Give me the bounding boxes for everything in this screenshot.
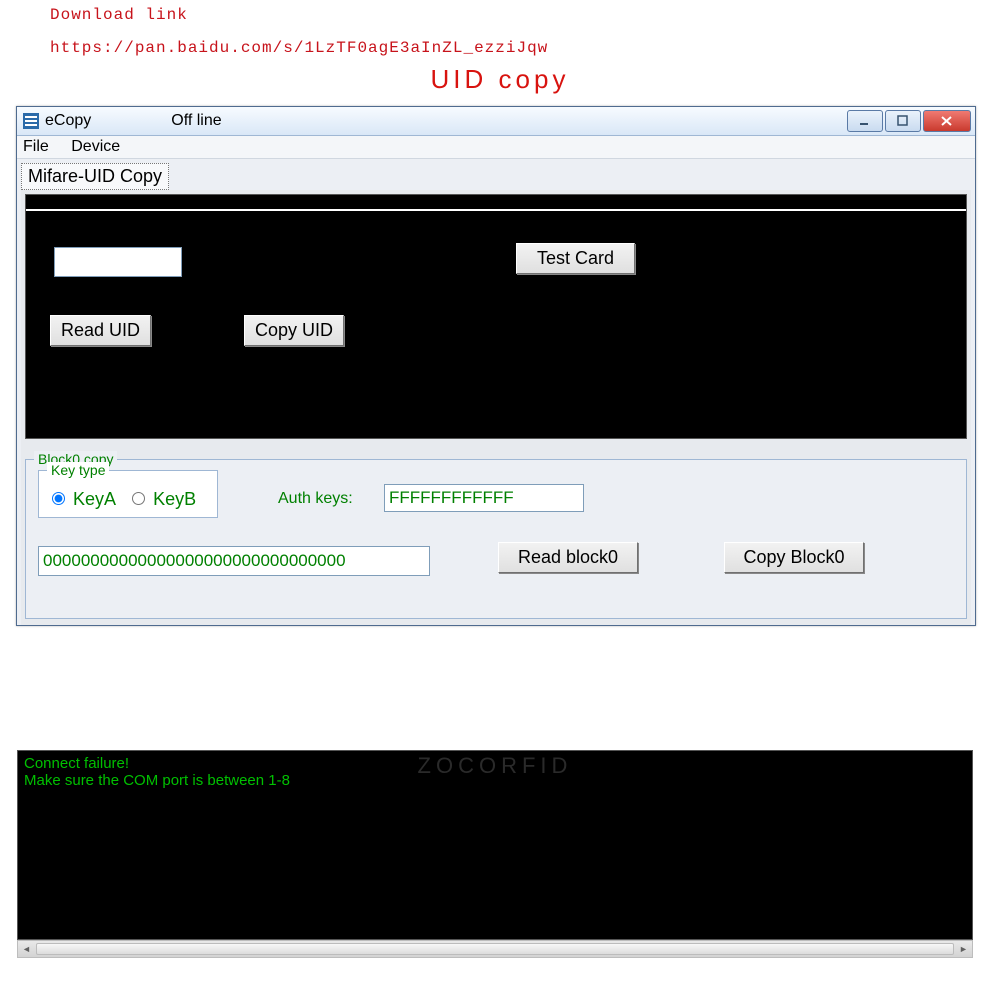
- radio-keyb[interactable]: KeyB: [127, 489, 196, 509]
- download-url[interactable]: https://pan.baidu.com/s/1LzTF0agE3aInZL_…: [50, 39, 1000, 58]
- console-line-2: Make sure the COM port is between 1-8: [24, 772, 966, 789]
- menu-device[interactable]: Device: [71, 138, 120, 156]
- minimize-button[interactable]: [847, 110, 883, 132]
- tab-mifare-uid-copy[interactable]: Mifare-UID Copy: [21, 163, 169, 190]
- maximize-button[interactable]: [885, 110, 921, 132]
- title-bar[interactable]: eCopy Off line: [17, 107, 975, 136]
- menu-file[interactable]: File: [23, 138, 49, 156]
- horizontal-scrollbar[interactable]: ◄ ►: [17, 940, 973, 958]
- read-block0-button[interactable]: Read block0: [498, 542, 638, 573]
- uid-input[interactable]: [54, 247, 182, 277]
- menu-bar: File Device: [17, 136, 975, 159]
- window-status: Off line: [171, 112, 221, 130]
- copy-block0-button[interactable]: Copy Block0: [724, 542, 864, 573]
- auth-keys-label: Auth keys:: [278, 490, 353, 508]
- console-line-1: Connect failure!: [24, 755, 966, 772]
- scrollbar-thumb[interactable]: [36, 943, 954, 955]
- key-type-legend: Key type: [47, 462, 109, 478]
- block0-group: Block0 copy Key type KeyA KeyB Auth keys…: [25, 459, 967, 619]
- download-link-label: Download link: [50, 6, 1000, 25]
- scroll-right-icon[interactable]: ►: [955, 941, 972, 957]
- close-button[interactable]: [923, 110, 971, 132]
- block0-data-input[interactable]: [38, 546, 430, 576]
- auth-keys-input[interactable]: [384, 484, 584, 512]
- uid-panel-divider: [26, 209, 966, 211]
- copy-uid-button[interactable]: Copy UID: [244, 315, 344, 346]
- window-title: eCopy: [45, 112, 91, 130]
- app-icon: [23, 113, 39, 129]
- read-uid-button[interactable]: Read UID: [50, 315, 151, 346]
- scroll-left-icon[interactable]: ◄: [18, 941, 35, 957]
- uid-copy-title: UID copy: [0, 64, 1000, 95]
- key-type-group: Key type KeyA KeyB: [38, 470, 218, 518]
- console-output: ZOCORFID Connect failure! Make sure the …: [17, 750, 973, 940]
- uid-panel: Test Card Read UID Copy UID: [25, 194, 967, 439]
- ecopy-window: eCopy Off line File Device Mifare-UID Co…: [16, 106, 976, 626]
- radio-keya[interactable]: KeyA: [47, 489, 116, 509]
- test-card-button[interactable]: Test Card: [516, 243, 635, 274]
